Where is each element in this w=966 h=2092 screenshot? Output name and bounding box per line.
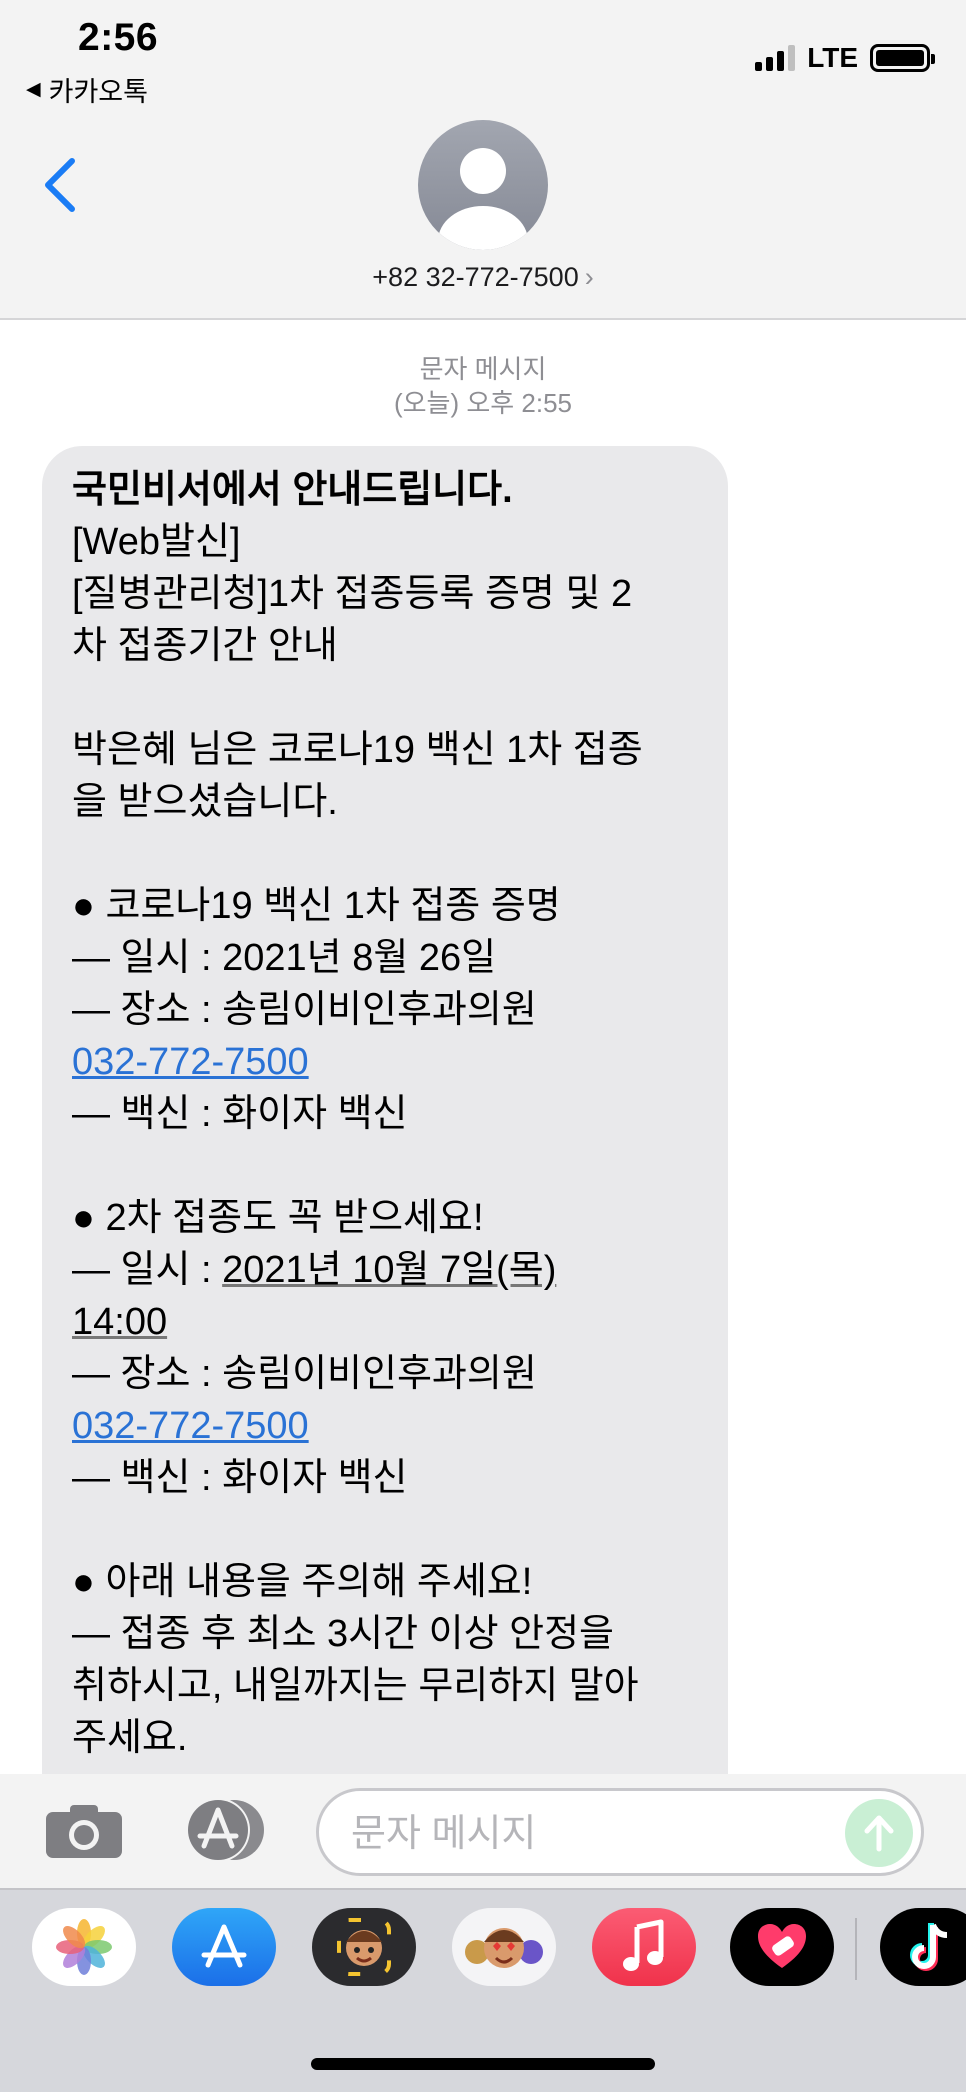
conversation-meta: 문자 메시지 (오늘) 오후 2:55	[0, 352, 966, 420]
network-type: LTE	[807, 42, 858, 73]
chevron-right-icon: ›	[584, 262, 594, 292]
send-button[interactable]	[845, 1799, 913, 1867]
message-line: 차 접종기간 안내	[72, 625, 338, 667]
arrow-up-icon	[864, 1815, 894, 1852]
message-line: 주세요.	[72, 1717, 188, 1759]
message-line: — 접종 후 최소 3시간 이상 안정을	[72, 1613, 615, 1655]
message-line: 을 받으셨습니다.	[72, 781, 338, 823]
date-link[interactable]: 2021년 10월 7일(목)	[222, 1249, 556, 1291]
section-title: ● 2차 접종도 꼭 받으세요!	[72, 1197, 484, 1239]
message-line: — 일시 :	[72, 1249, 223, 1291]
section-title: ● 코로나19 백신 1차 접종 증명	[72, 885, 561, 927]
message-type-label: 문자 메시지	[419, 354, 547, 384]
message-line: [질병관리청]1차 접종등록 증명 및 2	[72, 573, 633, 615]
memoji-icon[interactable]	[312, 1908, 416, 1986]
header-area: 2:56 ◀ 카카오톡 LTE +82 32-772-7500 ›	[0, 0, 966, 320]
compose-bar	[0, 1774, 966, 1888]
photos-icon[interactable]	[32, 1908, 136, 1986]
drawer-divider	[855, 1918, 857, 1980]
contact-avatar[interactable]	[418, 120, 548, 250]
app-store-icon[interactable]	[172, 1908, 276, 1986]
cellular-signal-icon	[755, 45, 796, 71]
message-line: [Web발신]	[72, 521, 241, 563]
phone-link[interactable]: 032-772-7500	[72, 1405, 309, 1447]
time-link[interactable]: 14:00	[72, 1301, 167, 1343]
memoji-stickers-icon[interactable]	[452, 1908, 556, 1986]
phone-link[interactable]: 032-772-7500	[72, 1041, 309, 1083]
battery-icon	[870, 44, 935, 72]
status-time: 2:56	[78, 16, 159, 59]
app-drawer	[0, 1888, 966, 2092]
status-indicators: LTE	[755, 42, 935, 74]
section-title: ● 아래 내용을 주의해 주세요!	[72, 1561, 533, 1603]
message-line: — 백신 : 화이자 백신	[72, 1093, 408, 1135]
message-line: 취하시고, 내일까지는 무리하지 말아	[72, 1665, 639, 1707]
back-app-label: 카카오톡	[48, 77, 148, 107]
music-icon[interactable]	[592, 1908, 696, 1986]
app-store-drawer-icon[interactable]	[180, 1796, 270, 1864]
back-to-app-button[interactable]: ◀ 카카오톡	[26, 70, 148, 109]
heart-sticker-icon[interactable]	[730, 1908, 834, 1986]
message-input[interactable]	[351, 1807, 831, 1861]
message-line: — 장소 : 송림이비인후과의원	[72, 1353, 537, 1395]
contact-name-button[interactable]: +82 32-772-7500 ›	[0, 262, 966, 293]
message-timestamp: (오늘) 오후 2:55	[393, 388, 573, 418]
camera-icon[interactable]	[44, 1802, 124, 1860]
message-line: — 백신 : 화이자 백신	[72, 1457, 408, 1499]
tiktok-icon[interactable]	[880, 1908, 966, 1986]
message-line: — 장소 : 송림이비인후과의원	[72, 989, 537, 1031]
message-line: 박은혜 님은 코로나19 백신 1차 접종	[72, 729, 643, 771]
home-indicator[interactable]	[311, 2058, 655, 2070]
message-line: — 일시 : 2021년 8월 26일	[72, 937, 497, 979]
back-chevron-icon[interactable]	[38, 155, 82, 215]
message-title: 국민비서에서 안내드립니다.	[72, 469, 513, 511]
back-triangle-icon: ◀	[26, 79, 41, 100]
contact-number: +82 32-772-7500	[372, 262, 579, 292]
message-input-field[interactable]	[316, 1788, 924, 1876]
received-message-bubble[interactable]: 국민비서에서 안내드립니다. [Web발신] [질병관리청]1차 접종등록 증명…	[42, 446, 728, 1846]
